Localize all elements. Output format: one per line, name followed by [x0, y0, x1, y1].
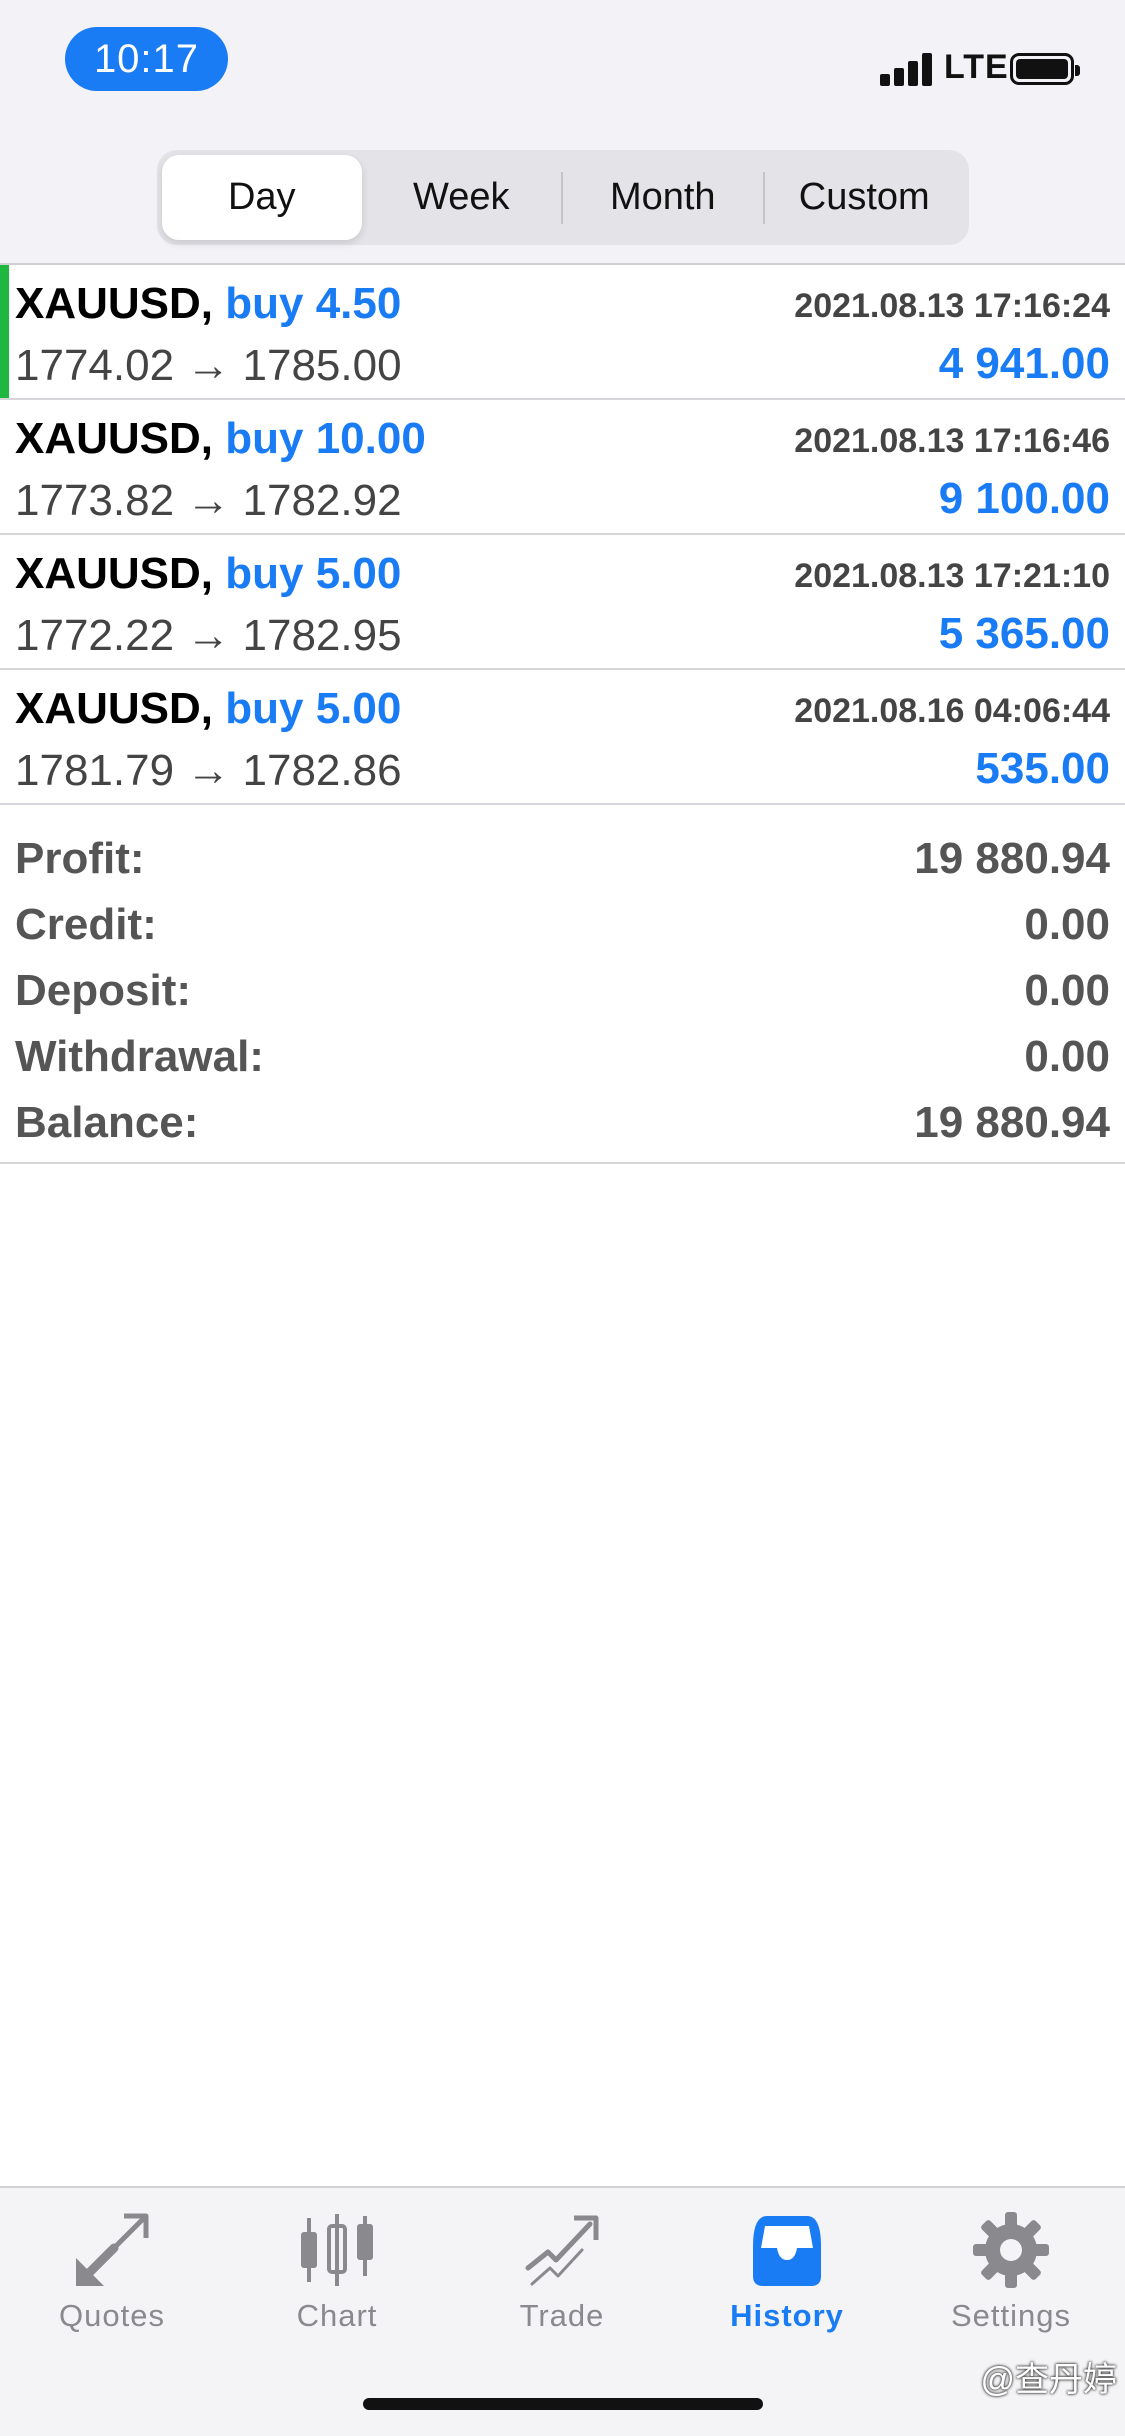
summary-row-profit: Profit: 19 880.94 — [0, 826, 1125, 892]
summary-row-deposit: Deposit: 0.00 — [0, 958, 1125, 1024]
status-time: 10:17 — [65, 27, 228, 91]
deal-row[interactable]: XAUUSD, buy 5.00 2021.08.16 04:06:44 178… — [0, 670, 1125, 805]
deal-profit: 535.00 — [975, 744, 1110, 793]
deal-row[interactable]: XAUUSD, buy 5.00 2021.08.13 17:21:10 177… — [0, 535, 1125, 670]
period-tab-month[interactable]: Month — [563, 155, 763, 240]
battery-icon — [1010, 53, 1080, 85]
summary-row-balance: Balance: 19 880.94 — [0, 1090, 1125, 1156]
deal-profit: 9 100.00 — [938, 474, 1110, 523]
deal-title: XAUUSD, buy 4.50 — [15, 279, 401, 329]
summary-row-withdrawal: Withdrawal: 0.00 — [0, 1024, 1125, 1090]
period-tab-week[interactable]: Week — [362, 155, 562, 240]
tab-history[interactable]: History — [697, 2210, 877, 2350]
summary-value: 0.00 — [1024, 966, 1110, 1015]
deals-list: XAUUSD, buy 4.50 2021.08.13 17:16:24 177… — [0, 265, 1125, 805]
watermark-text: @查丹婷 — [980, 2361, 1117, 2399]
deal-profit: 5 365.00 — [938, 609, 1110, 658]
deal-symbol: XAUUSD, — [15, 549, 214, 598]
summary-row-credit: Credit: 0.00 — [0, 892, 1125, 958]
candlestick-icon — [301, 2214, 373, 2286]
tab-label: Trade — [519, 2298, 605, 2333]
period-tab-custom[interactable]: Custom — [765, 155, 965, 240]
deal-profit: 4 941.00 — [938, 339, 1110, 388]
deal-prices: 1772.22 → 1782.95 — [15, 611, 402, 660]
trend-arrow-icon — [525, 2215, 599, 2286]
deal-row[interactable]: XAUUSD, buy 4.50 2021.08.13 17:16:24 177… — [0, 265, 1125, 400]
tab-quotes[interactable]: Quotes — [22, 2210, 202, 2350]
deal-row[interactable]: XAUUSD, buy 10.00 2021.08.13 17:16:46 17… — [0, 400, 1125, 535]
gear-icon — [973, 2212, 1049, 2288]
deal-datetime: 2021.08.13 17:16:24 — [794, 287, 1110, 325]
summary-value: 0.00 — [1024, 1032, 1110, 1081]
quotes-arrows-icon — [76, 2213, 149, 2286]
deal-title: XAUUSD, buy 10.00 — [15, 414, 426, 464]
tab-label: Quotes — [59, 2298, 165, 2333]
summary-label: Deposit: — [15, 966, 191, 1015]
cellular-signal-icon — [880, 52, 936, 86]
summary-label: Profit: — [15, 834, 145, 883]
summary-label: Withdrawal: — [15, 1032, 264, 1081]
deal-side-volume: buy 5.00 — [225, 684, 402, 733]
deal-datetime: 2021.08.16 04:06:44 — [794, 692, 1110, 730]
home-indicator[interactable] — [363, 2398, 763, 2410]
status-bar: 10:17 LTE — [0, 0, 1125, 140]
summary-value: 19 880.94 — [914, 834, 1110, 883]
deal-side-volume: buy 5.00 — [225, 549, 402, 598]
tab-label: Chart — [296, 2298, 378, 2333]
network-type-label: LTE — [944, 48, 1009, 86]
deal-side-volume: buy 10.00 — [225, 414, 426, 463]
tab-trade[interactable]: Trade — [472, 2210, 652, 2350]
summary-value: 0.00 — [1024, 900, 1110, 949]
summary-label: Credit: — [15, 900, 157, 949]
deal-prices: 1781.79 → 1782.86 — [15, 746, 402, 795]
tab-settings[interactable]: Settings — [921, 2210, 1101, 2350]
deal-prices: 1773.82 → 1782.92 — [15, 476, 402, 525]
deal-side-volume: buy 4.50 — [225, 279, 402, 328]
deal-symbol: XAUUSD, — [15, 684, 214, 733]
account-summary: Profit: 19 880.94 Credit: 0.00 Deposit: … — [0, 806, 1125, 1164]
period-selector-bar: Day Week Month Custom — [0, 140, 1125, 265]
period-segmented-control: Day Week Month Custom — [157, 150, 969, 245]
deal-symbol: XAUUSD, — [15, 414, 214, 463]
deal-symbol: XAUUSD, — [15, 279, 214, 328]
deal-datetime: 2021.08.13 17:21:10 — [794, 557, 1110, 595]
tab-label: History — [730, 2298, 844, 2333]
period-tab-day[interactable]: Day — [162, 155, 362, 240]
deal-title: XAUUSD, buy 5.00 — [15, 549, 401, 599]
deal-prices: 1774.02 → 1785.00 — [15, 341, 402, 390]
tab-chart[interactable]: Chart — [247, 2210, 427, 2350]
summary-label: Balance: — [15, 1098, 199, 1147]
summary-value: 19 880.94 — [914, 1098, 1110, 1147]
inbox-tray-icon — [753, 2216, 821, 2286]
tab-label: Settings — [950, 2298, 1071, 2333]
deal-title: XAUUSD, buy 5.00 — [15, 684, 401, 734]
deal-datetime: 2021.08.13 17:16:46 — [794, 422, 1110, 460]
